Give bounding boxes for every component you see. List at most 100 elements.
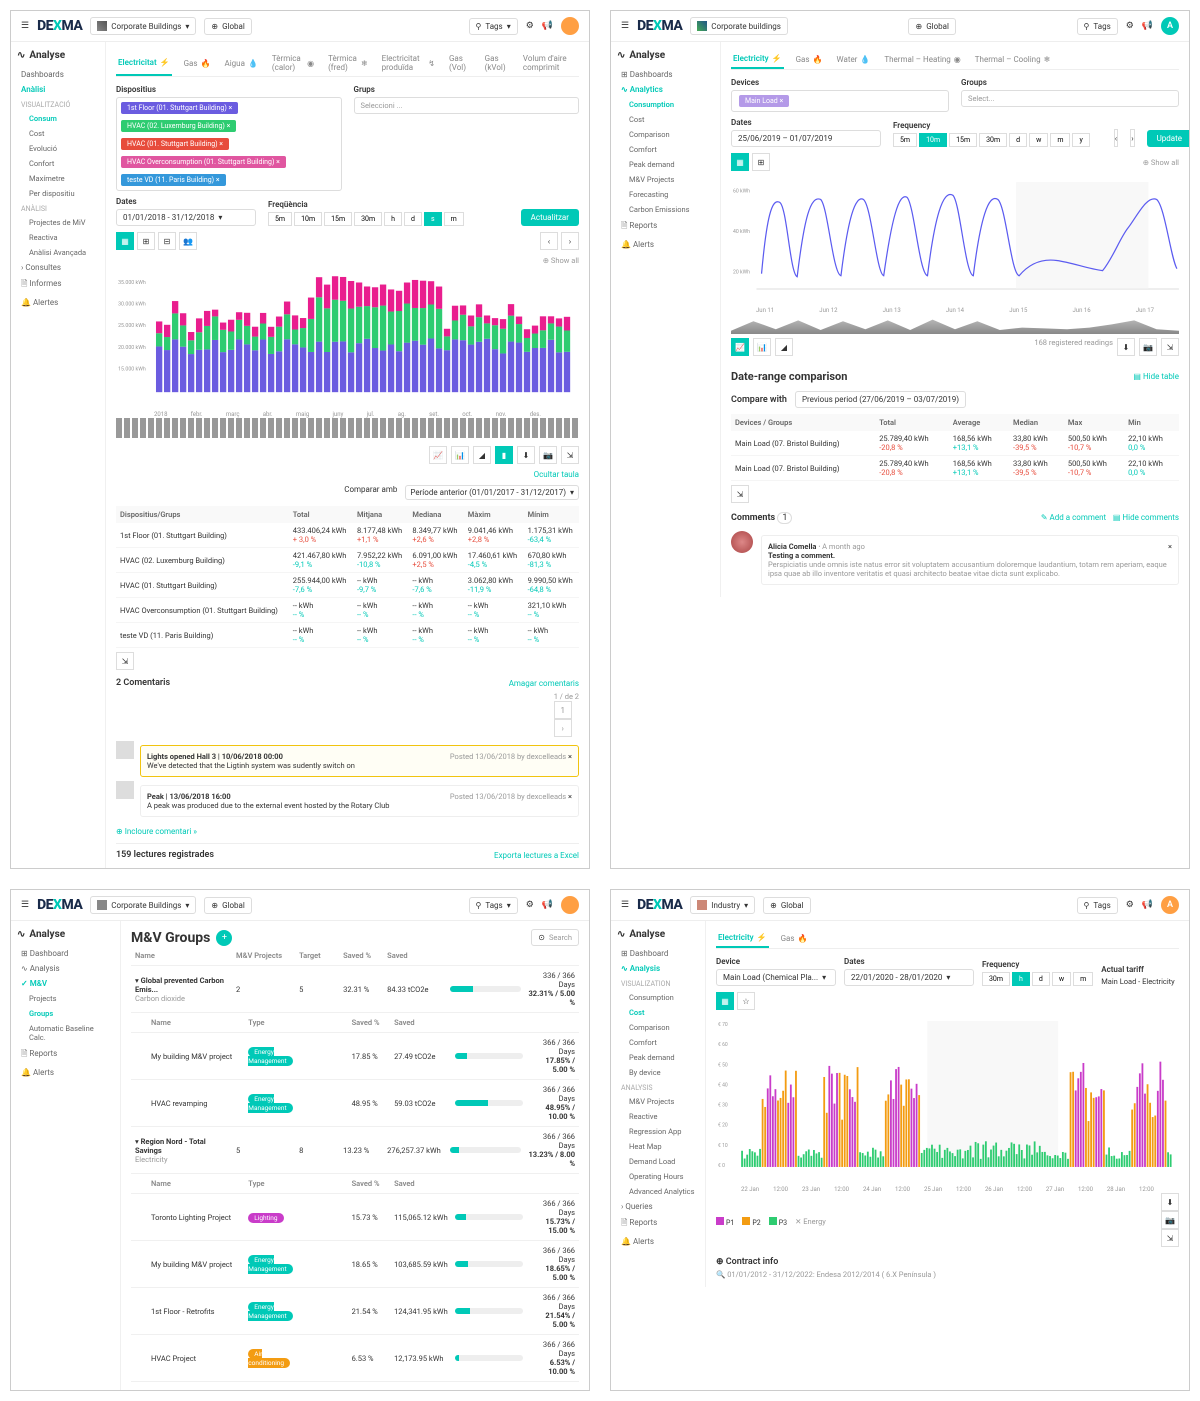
groups-input[interactable]: Select... (961, 90, 1179, 107)
nav-dashboard[interactable]: ⊞ Dashboard (17, 946, 114, 961)
chart-bar-icon[interactable]: 📊 (753, 338, 771, 356)
nav-comfort[interactable]: Comfort (617, 142, 714, 157)
contract-toggle[interactable]: ⊕ Contract info (716, 1257, 1179, 1267)
hide-table-link[interactable]: Ocultar taula (534, 470, 579, 479)
announce-icon[interactable]: 📢 (542, 900, 553, 910)
region-select[interactable]: ⊕ Global (908, 18, 955, 35)
add-comment-link[interactable]: ✎ Add a comment (1041, 513, 1106, 522)
nav-avancada[interactable]: Anàlisi Avançada (17, 245, 99, 260)
tab-aire[interactable]: Volum d'aire comprimit (521, 50, 579, 76)
freq-5m[interactable]: 5m (268, 212, 292, 226)
nav-miv[interactable]: Projectes de MiV (17, 215, 99, 230)
project-row[interactable]: My building M&V projectEnergy Management… (131, 1241, 579, 1288)
compare-select[interactable]: Previous period (27/06/2019 – 03/07/2019… (795, 391, 966, 408)
tab-electricitat[interactable]: Electricitat ⚡ (116, 50, 172, 76)
nav-peak[interactable]: Peak demand (617, 1050, 699, 1065)
page-next[interactable]: › (554, 719, 572, 737)
view-grid-icon[interactable]: ⊞ (137, 232, 155, 250)
dates-input[interactable]: 01/01/2018 - 31/12/2018 ▾ (116, 209, 256, 226)
nav-peak[interactable]: Peak demand (617, 157, 714, 172)
nav-dashboards[interactable]: ⊞ Dashboards (617, 67, 714, 82)
tab-water[interactable]: Water 💧 (835, 50, 873, 69)
tab-heating[interactable]: Thermal – Heating ◉ (882, 50, 962, 69)
gear-icon[interactable]: ⚙ (1126, 900, 1134, 910)
tags-select[interactable]: ⚲ Tags (1077, 18, 1118, 35)
chip[interactable]: HVAC (02. Luxemburg Building) × (121, 120, 236, 132)
nav-analytics[interactable]: ∿ Analytics (617, 82, 714, 97)
nav-reactiva[interactable]: Reactiva (17, 230, 99, 245)
showall-link[interactable]: ⊕ Show all (543, 256, 579, 265)
nav-projects[interactable]: Projects (17, 991, 114, 1006)
nav-confort[interactable]: Confort (17, 156, 99, 171)
view-chart-icon[interactable]: ▦ (731, 153, 749, 171)
scope-select[interactable]: Corporate buildings (690, 17, 788, 35)
chip[interactable]: HVAC Overconsumption (01. Stuttgart Buil… (121, 156, 286, 168)
nav-alerts[interactable]: 🔔 Alerts (17, 1065, 114, 1080)
nav-bydevice[interactable]: By device (617, 1065, 699, 1080)
nav-informes[interactable]: 🗎 Informes (17, 275, 99, 295)
tab-gas[interactable]: Gas 🔥 (182, 50, 213, 76)
nav-perdisp[interactable]: Per dispositiu (17, 186, 99, 201)
freq-30m[interactable]: 30m (979, 133, 1007, 147)
nav-advanced[interactable]: Advanced Analytics (617, 1184, 699, 1199)
freq-w[interactable]: w (1029, 133, 1048, 147)
nav-regression[interactable]: Regression App (617, 1124, 699, 1139)
nav-forecasting[interactable]: Forecasting (617, 187, 714, 202)
view-chart-icon[interactable]: ▦ (116, 232, 134, 250)
nav-mv[interactable]: ✓ M&V (17, 976, 114, 991)
camera-icon[interactable]: 📷 (1139, 338, 1157, 356)
freq-30m[interactable]: 30m (982, 972, 1010, 986)
chart-line-icon[interactable]: 📈 (429, 446, 447, 464)
nav-alertes[interactable]: 🔔 Alertes (17, 295, 99, 310)
chart-stacked-icon[interactable]: ▮ (495, 446, 513, 464)
export-icon[interactable]: ⇲ (1161, 1229, 1179, 1247)
export-table-icon[interactable]: ⇲ (116, 652, 134, 670)
nav-prev-icon[interactable]: ‹ (540, 232, 558, 250)
announce-icon[interactable]: 📢 (1142, 900, 1153, 910)
hide-table-link[interactable]: ▤ Hide table (1133, 372, 1179, 381)
camera-icon[interactable]: 📷 (1161, 1211, 1179, 1229)
nav-comparison[interactable]: Comparison (617, 1020, 699, 1035)
freq-s[interactable]: s (424, 212, 442, 226)
tags-select[interactable]: ⚲ Tags ▾ (469, 18, 518, 35)
nav-cost[interactable]: Cost (617, 112, 714, 127)
freq-y[interactable]: y (1072, 133, 1089, 147)
showall-link[interactable]: ⊕ Show all (1143, 158, 1179, 167)
announce-icon[interactable]: 📢 (542, 21, 553, 31)
nav-heatmap[interactable]: Heat Map (617, 1139, 699, 1154)
nav-reactive[interactable]: Reactive (617, 1109, 699, 1124)
nav-reports[interactable]: 🗎 Reports (17, 1045, 114, 1065)
project-row[interactable]: HVAC ProjectAir conditioning6.53 %12,173… (131, 1335, 579, 1382)
compare-select[interactable]: Període anterior (01/01/2017 - 31/12/201… (405, 485, 579, 500)
dates-input[interactable]: 25/06/2019 – 01/07/2019 (731, 130, 881, 147)
menu-icon[interactable]: ☰ (621, 900, 629, 910)
hide-comments-link[interactable]: Amagar comentaris (509, 679, 579, 688)
tab-gas-kvol[interactable]: Gas (kVol) (483, 50, 511, 76)
freq-d[interactable]: d (1032, 972, 1050, 986)
nav-analysis[interactable]: ∿ Analysis (617, 961, 699, 976)
page-1[interactable]: 1 (554, 701, 572, 719)
chart-area-icon[interactable]: ◢ (775, 338, 793, 356)
devices-input[interactable]: 1st Floor (01. Stuttgart Building) × HVA… (116, 97, 342, 191)
range-scrubber[interactable] (731, 318, 1179, 334)
download-icon[interactable]: ⬇ (517, 446, 535, 464)
tab-termica-fred[interactable]: Tèrmica (fred) ❄ (326, 50, 370, 76)
tab-electricity[interactable]: Electricity ⚡ (731, 50, 784, 69)
project-row[interactable]: My building M&V projectEnergy Management… (131, 1033, 579, 1080)
region-select[interactable]: ⊕ Global (204, 18, 251, 35)
freq-w[interactable]: w (1052, 972, 1071, 986)
scope-select[interactable]: Corporate Buildings ▾ (90, 896, 196, 914)
tab-cooling[interactable]: Thermal – Cooling ❄ (973, 50, 1053, 69)
nav-reports[interactable]: 🗎 Reports (617, 1214, 699, 1234)
project-row[interactable]: 1st Floor - RetrofitsEnergy Management21… (131, 1288, 579, 1335)
nav-analisi[interactable]: Anàlisi (17, 82, 99, 97)
avatar[interactable] (561, 896, 579, 914)
avatar[interactable] (561, 17, 579, 35)
export-excel-link[interactable]: Exporta lectures a Excel (494, 851, 579, 860)
freq-d[interactable]: d (1009, 133, 1027, 147)
range-scrubber[interactable] (116, 418, 579, 438)
view-star-icon[interactable]: ☆ (737, 992, 755, 1010)
scope-select[interactable]: Corporate Buildings ▾ (90, 17, 196, 35)
region-select[interactable]: ⊕ Global (204, 897, 251, 914)
chart-bar-icon[interactable]: 📊 (451, 446, 469, 464)
